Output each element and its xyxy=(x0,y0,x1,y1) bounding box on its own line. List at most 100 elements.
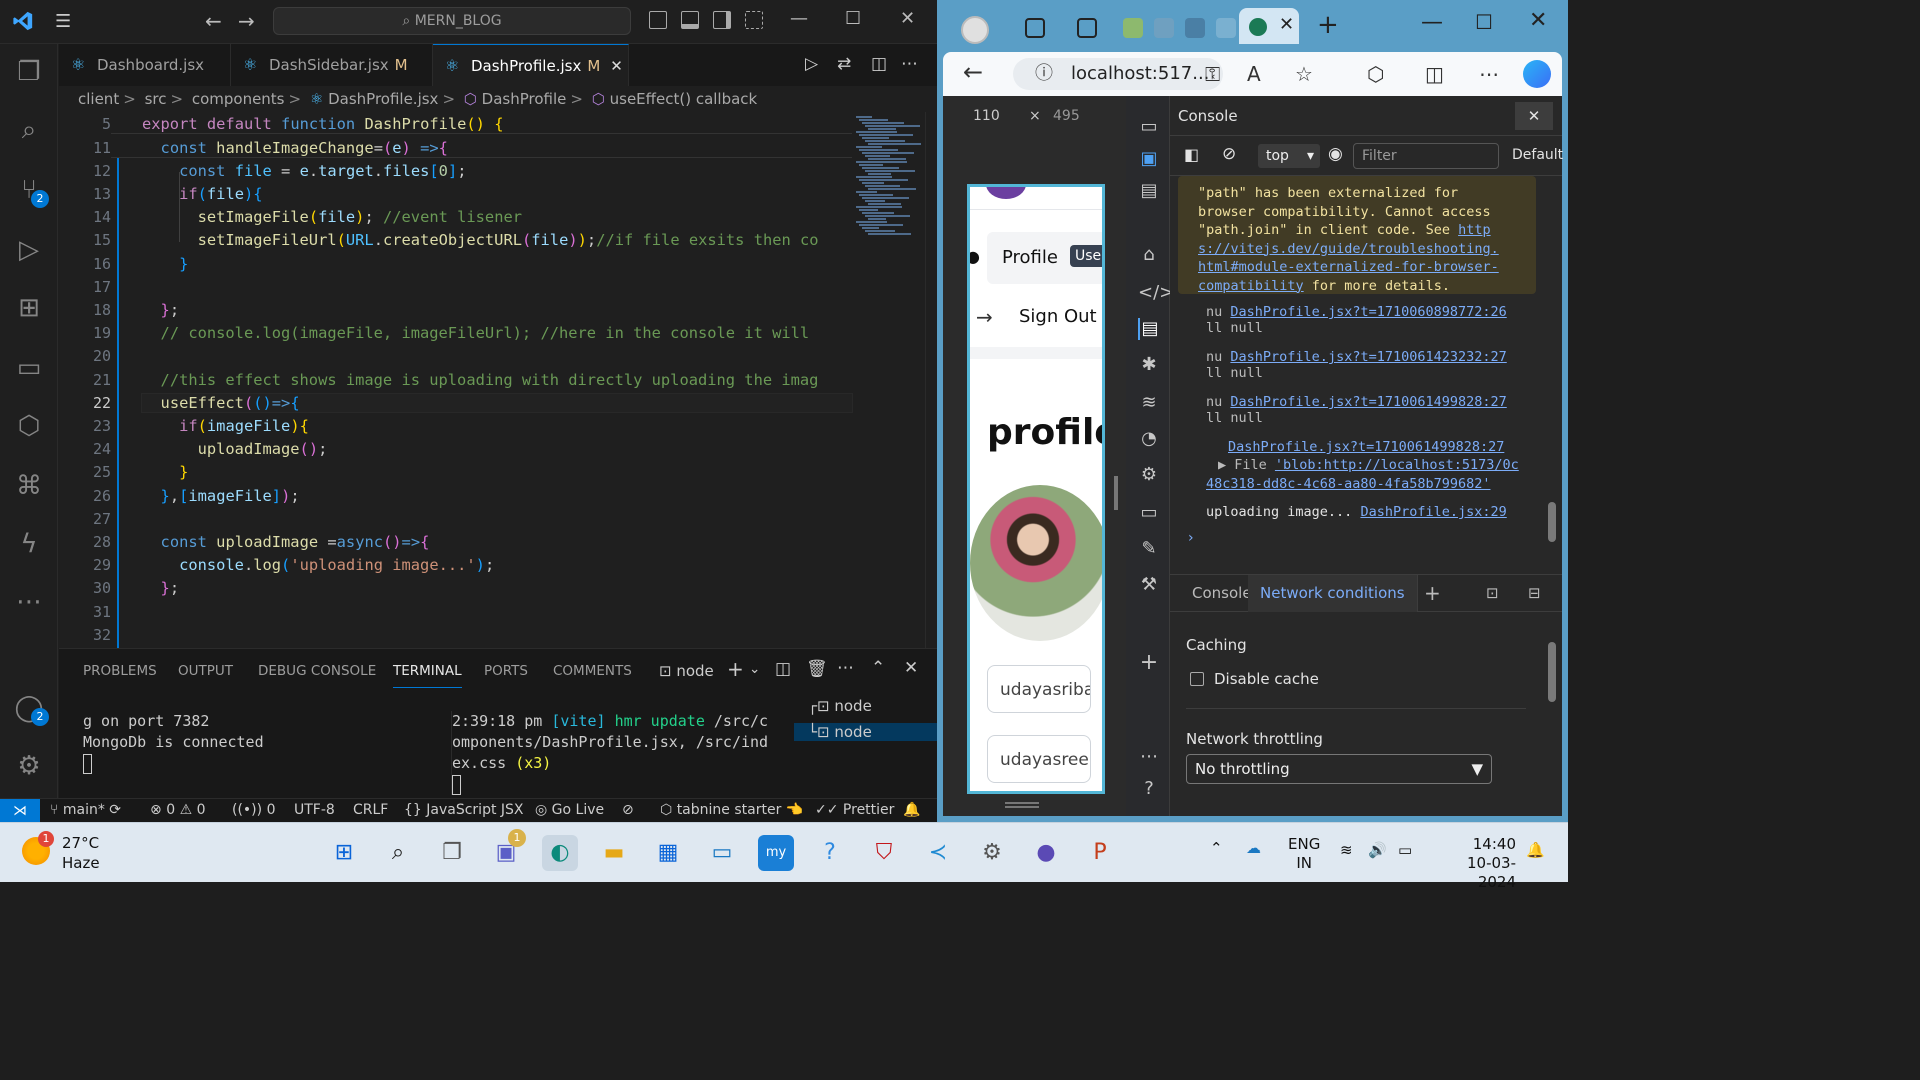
tab-dashboard[interactable]: ⚛ Dashboard.jsx xyxy=(59,44,231,86)
sidebar-toggle-icon[interactable]: ◧ xyxy=(1184,145,1199,164)
resize-handle-bottom[interactable] xyxy=(1005,802,1039,808)
workspaces-icon[interactable] xyxy=(1025,18,1045,38)
dock-icon[interactable]: ⊟ xyxy=(1516,575,1553,612)
weather-icon[interactable]: 1 xyxy=(22,831,54,865)
breadcrumb-client[interactable]: client xyxy=(78,90,119,108)
tab-dashsidebar[interactable]: ⚛ DashSidebar.jsx M xyxy=(231,44,433,86)
drawer-tab-network-conditions[interactable]: Network conditions xyxy=(1248,575,1418,612)
console-scrollbar[interactable] xyxy=(1548,186,1556,566)
add-tab-icon[interactable]: + xyxy=(1412,575,1453,612)
menu-icon[interactable]: ☰ xyxy=(55,12,77,32)
back-arrow-icon[interactable]: ← xyxy=(205,9,222,33)
split-screen-icon[interactable]: ◫ xyxy=(1425,62,1444,86)
bug-icon[interactable]: ✱ xyxy=(1138,354,1160,376)
console-icon[interactable]: ▤ xyxy=(1138,318,1160,340)
tab-problems[interactable]: PROBLEMS xyxy=(83,663,157,679)
mcafee-icon[interactable]: ⛉ xyxy=(866,835,902,871)
terminal-output-right[interactable]: 2:39:18 pm [vite] hmr update /src/c ompo… xyxy=(451,711,768,795)
resize-handle[interactable] xyxy=(1114,476,1118,510)
maximize-button[interactable]: ☐ xyxy=(845,8,861,29)
tabnine-indicator[interactable]: ⬡ tabnine starter 👈 xyxy=(660,802,803,818)
breadcrumb-callback[interactable]: useEffect() callback xyxy=(610,90,758,108)
eclipse-icon[interactable]: ● xyxy=(1028,835,1064,871)
code-line[interactable]: const uploadImage =async()=>{ xyxy=(142,533,430,551)
brush-icon[interactable]: ✎ xyxy=(1138,538,1160,560)
code-line[interactable]: } xyxy=(142,255,188,273)
terminal-list-item[interactable]: └⊡ node xyxy=(794,723,937,741)
tab-favicon-icon[interactable] xyxy=(1123,18,1143,38)
edge-icon[interactable]: ◐ xyxy=(542,835,578,871)
search-tab-icon[interactable] xyxy=(1216,18,1236,38)
remote-desktop-icon[interactable]: ▭ xyxy=(704,835,740,871)
new-terminal-icon[interactable]: + xyxy=(727,657,744,681)
maximize-button[interactable]: ☐ xyxy=(1475,10,1493,34)
code-line[interactable]: },[imageFile]); xyxy=(142,487,300,505)
run-debug-icon[interactable]: ▷ xyxy=(13,234,45,266)
tab-dashprofile[interactable]: ⚛ DashProfile.jsx M ✕ xyxy=(433,44,629,86)
eol-indicator[interactable]: CRLF xyxy=(353,802,388,818)
device-toolbar-icon[interactable]: ▣ xyxy=(1138,148,1160,170)
code-line[interactable]: } xyxy=(142,463,188,481)
go-live-button[interactable]: ◎ Go Live xyxy=(535,802,604,818)
code-line[interactable]: const handleImageChange=(e) =>{ xyxy=(111,139,852,158)
close-panel-icon[interactable]: ✕ xyxy=(904,658,918,678)
close-devtools-icon[interactable]: ✕ xyxy=(1515,102,1553,130)
warning-link[interactable]: compatibility xyxy=(1198,278,1304,294)
search-icon[interactable]: ⌕ xyxy=(13,114,45,146)
sidebar-item-signout[interactable]: Sign Out xyxy=(1004,291,1102,343)
testing-icon[interactable]: ⬡ xyxy=(13,410,45,442)
store-icon[interactable]: ▦ xyxy=(650,835,686,871)
breadcrumb-function[interactable]: DashProfile xyxy=(482,90,567,108)
new-tab-icon[interactable]: + xyxy=(1317,10,1339,40)
language-indicator[interactable]: {} JavaScript JSX xyxy=(404,802,524,818)
code-line[interactable]: if(file){ xyxy=(142,185,262,203)
chevron-down-icon[interactable]: ⌄ xyxy=(749,661,760,677)
minimize-button[interactable]: — xyxy=(790,8,808,29)
code-line[interactable]: //this effect shows image is uploading w… xyxy=(142,371,819,389)
close-window-button[interactable]: ✕ xyxy=(1529,8,1547,33)
address-bar[interactable]: ⓘ localhost:517... xyxy=(1013,58,1223,90)
email-field[interactable]: udayasreel xyxy=(987,735,1091,783)
undock-icon[interactable]: ⊡ xyxy=(1474,575,1511,612)
language-indicator[interactable]: ENG IN xyxy=(1288,835,1320,873)
welcome-icon[interactable]: ▤ xyxy=(1138,180,1160,202)
tab-debug-console[interactable]: DEBUG CONSOLE xyxy=(258,663,376,679)
split-editor-icon[interactable]: ◫ xyxy=(871,54,887,74)
remote-icon[interactable]: ⋊ xyxy=(0,799,40,823)
home-icon[interactable]: ⌂ xyxy=(1138,244,1160,266)
run-icon[interactable]: ▷ xyxy=(805,54,818,74)
python-icon[interactable]: ⌘ xyxy=(13,470,45,502)
active-browser-tab[interactable]: ✕ xyxy=(1239,8,1299,44)
console-log-file[interactable]: ▶ File 'blob:http://localhost:5173/0c xyxy=(1218,457,1519,473)
encoding-indicator[interactable]: UTF-8 xyxy=(294,802,335,818)
compare-changes-icon[interactable]: ⇄ xyxy=(837,54,851,74)
code-line[interactable]: const file = e.target.files[0]; xyxy=(142,162,466,180)
profile-avatar-icon[interactable] xyxy=(961,16,989,44)
settings-gear-icon[interactable]: ⚙ xyxy=(974,835,1010,871)
more-actions-icon[interactable]: ⋯ xyxy=(901,54,918,74)
breadcrumb-src[interactable]: src xyxy=(145,90,167,108)
profile-picture[interactable] xyxy=(970,485,1102,641)
expand-triangle-icon[interactable]: ▶ xyxy=(1218,457,1234,473)
tab-output[interactable]: OUTPUT xyxy=(178,663,233,679)
clock[interactable]: 14:40 10-03-2024 xyxy=(1440,835,1516,892)
elements-icon[interactable]: </> xyxy=(1138,282,1174,304)
code-line[interactable]: // console.log(imageFile, imageFileUrl);… xyxy=(142,324,810,342)
log-levels-select[interactable]: Default xyxy=(1512,147,1563,163)
problems-indicator[interactable]: ⊗ 0 ⚠ 0 xyxy=(150,802,206,818)
inspect-device-icon[interactable]: ▭ xyxy=(1138,116,1160,138)
terminal-output-left[interactable]: g on port 7382 MongoDb is connected xyxy=(83,711,264,774)
code-line[interactable]: uploadImage(); xyxy=(142,440,328,458)
notification-bell-icon[interactable]: 🔔 xyxy=(1526,841,1545,860)
warning-link[interactable]: http xyxy=(1458,222,1491,238)
more-views-icon[interactable]: ⋯ xyxy=(13,586,45,618)
drawer-scrollbar[interactable] xyxy=(1548,622,1556,812)
tab-ports[interactable]: PORTS xyxy=(484,663,528,679)
copilot-icon[interactable] xyxy=(1523,60,1551,88)
accounts-icon[interactable]: ◯ 2 xyxy=(13,692,49,726)
back-arrow-icon[interactable]: ← xyxy=(963,58,983,86)
code-line[interactable]: }; xyxy=(142,579,180,597)
onedrive-icon[interactable]: ☁ xyxy=(1246,839,1261,858)
code-line[interactable]: export default function DashProfile() { xyxy=(111,115,852,134)
code-line[interactable]: }; xyxy=(142,301,180,319)
